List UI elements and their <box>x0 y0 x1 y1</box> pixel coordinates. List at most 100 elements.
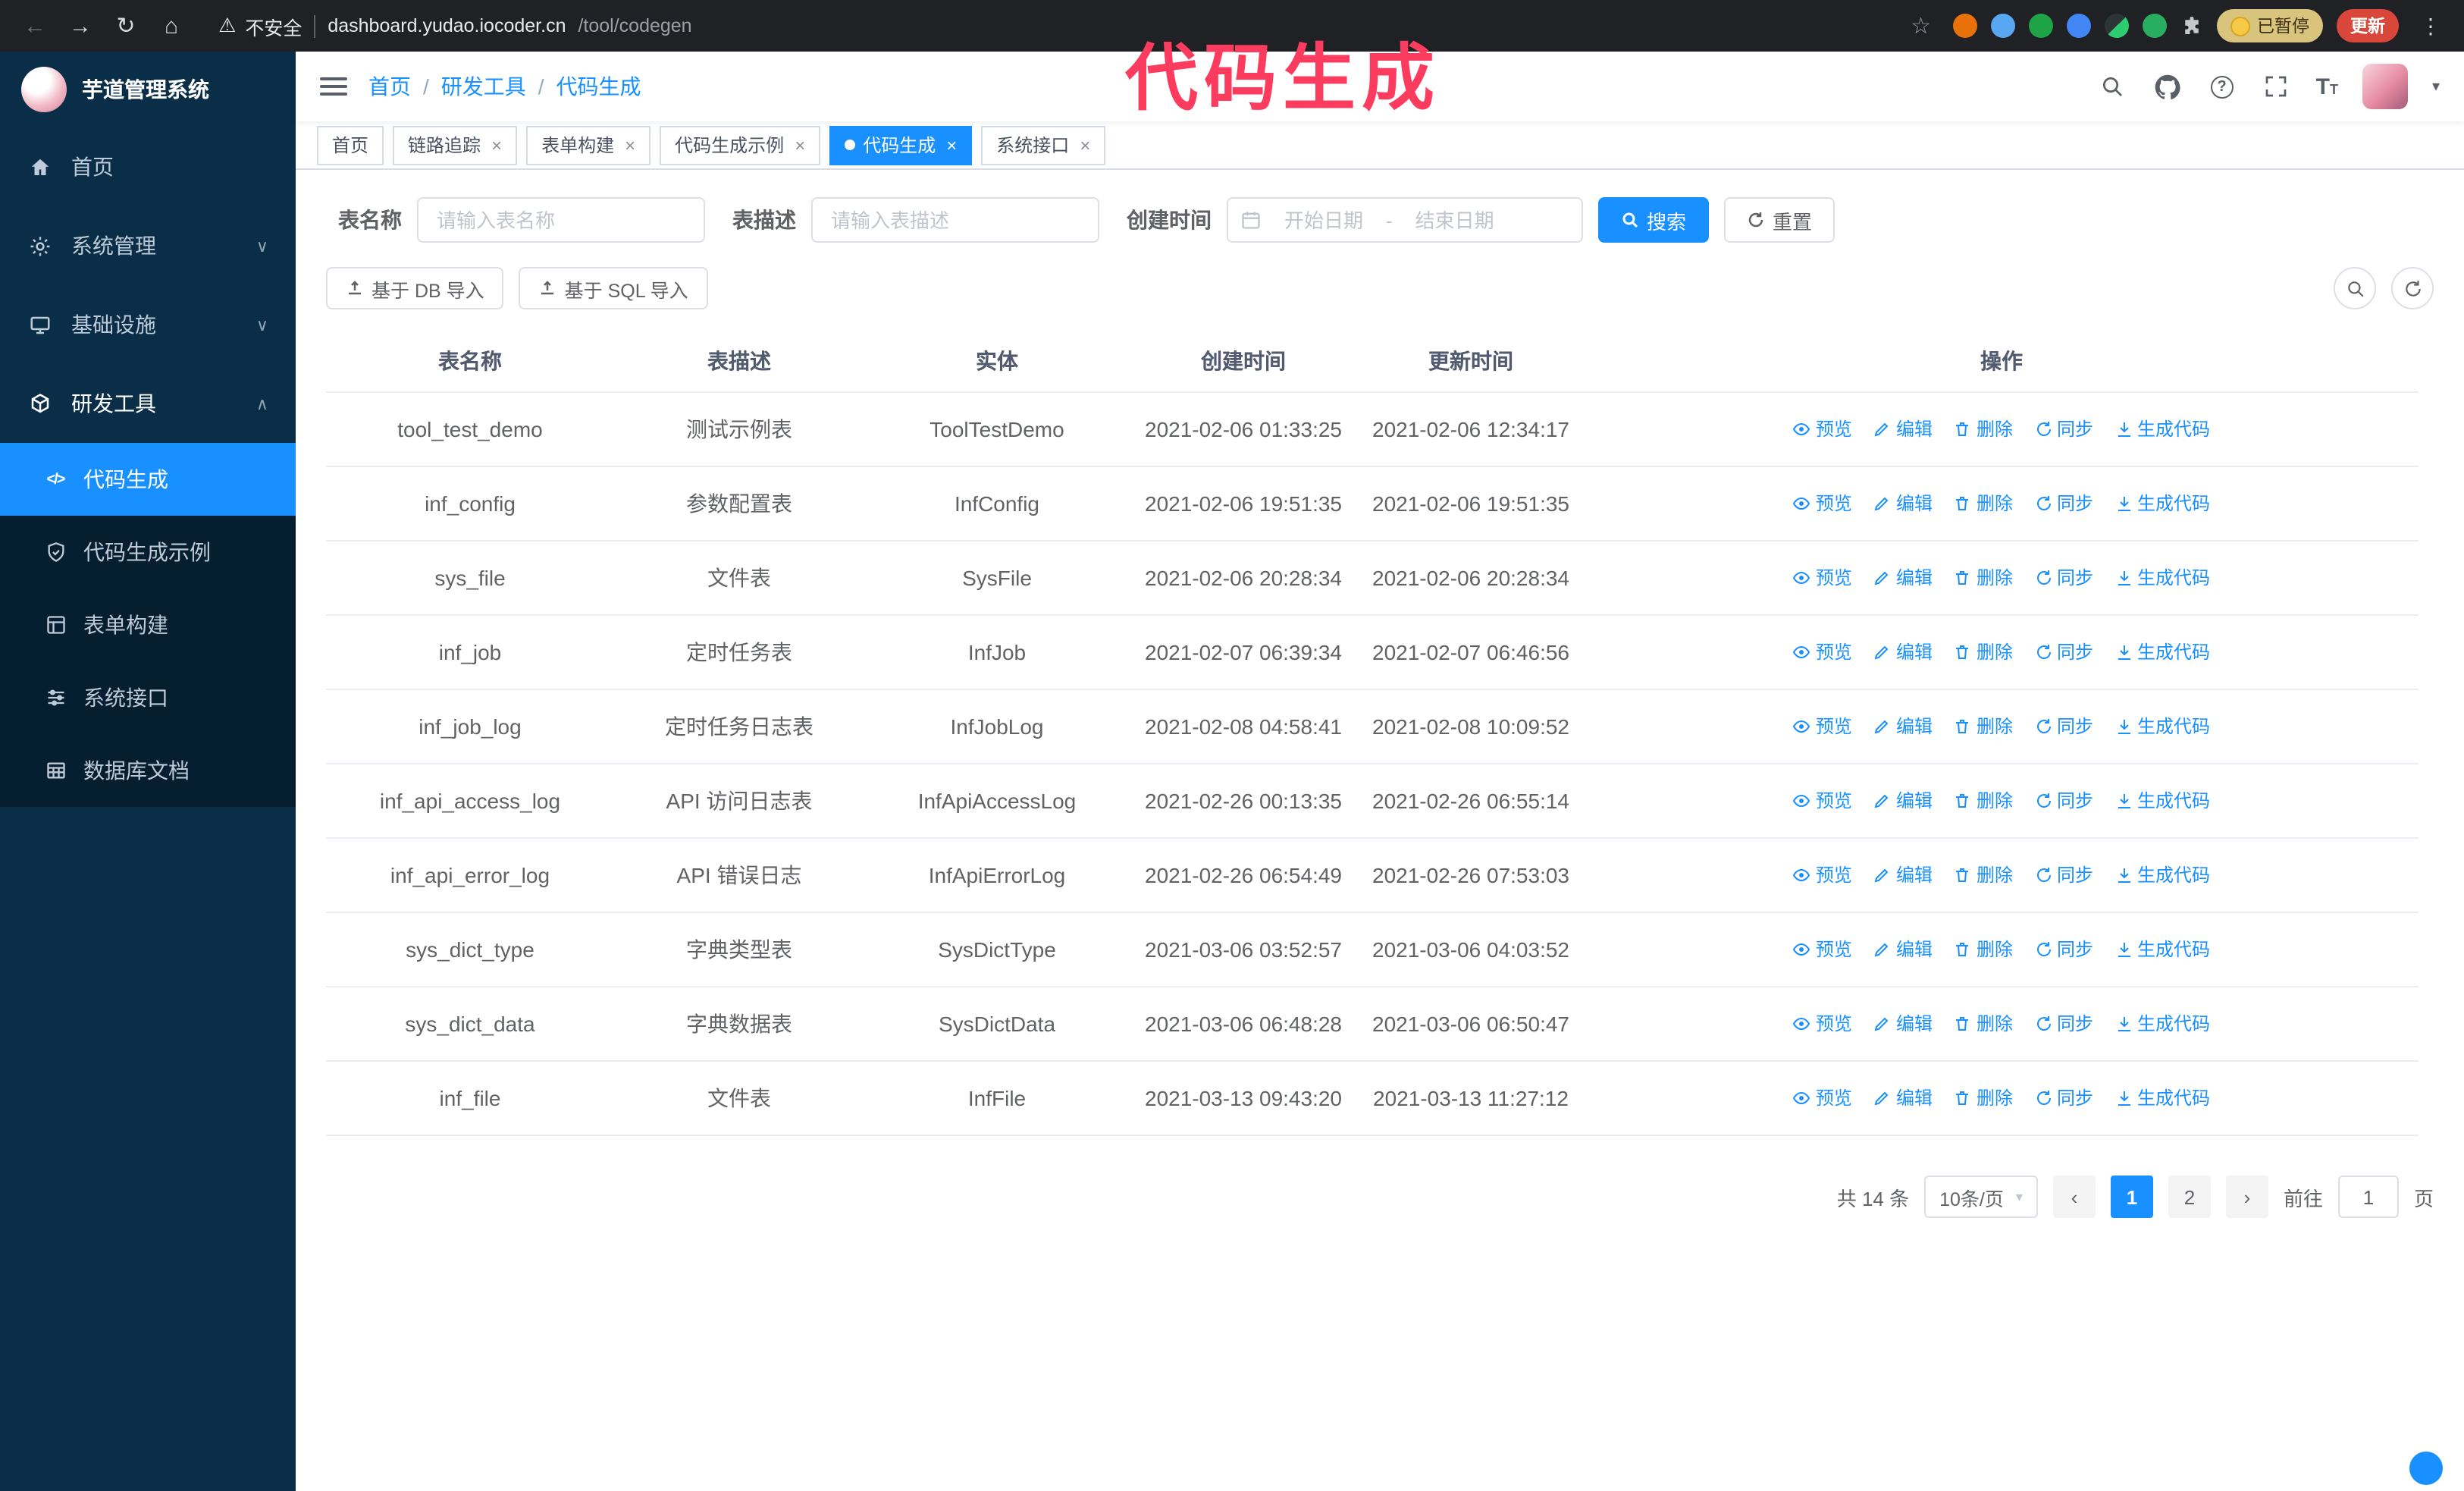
action-edit[interactable]: 编辑 <box>1873 639 1933 665</box>
extension-icon-leaf[interactable] <box>2142 14 2166 38</box>
tab-trace[interactable]: 链路追踪 × <box>393 125 518 165</box>
action-sync[interactable]: 同步 <box>2034 1085 2093 1111</box>
github-icon[interactable] <box>2152 71 2183 102</box>
tab-home[interactable]: 首页 <box>317 125 384 165</box>
sidebar-subitem-codegen[interactable]: </> 代码生成 <box>0 443 296 516</box>
action-edit[interactable]: 编辑 <box>1873 491 1933 516</box>
page-button-1[interactable]: 1 <box>2110 1176 2153 1218</box>
extension-icon-orange[interactable] <box>1952 14 1977 38</box>
search-button[interactable]: 搜索 <box>1598 197 1710 243</box>
action-edit[interactable]: 编辑 <box>1873 416 1933 442</box>
extension-icon-green[interactable] <box>2028 14 2052 38</box>
sidebar-subitem-system-api[interactable]: 系统接口 <box>0 661 296 734</box>
action-edit[interactable]: 编辑 <box>1873 1085 1933 1111</box>
reset-button[interactable]: 重置 <box>1724 197 1835 243</box>
tab-form-builder[interactable]: 表单构建 × <box>526 125 651 165</box>
close-icon[interactable]: × <box>795 134 805 155</box>
hamburger-menu-icon[interactable] <box>320 77 347 96</box>
tab-system-api[interactable]: 系统接口 × <box>981 125 1106 165</box>
goto-page-input[interactable] <box>2337 1176 2399 1218</box>
address-bar[interactable]: ⚠ 不安全 dashboard.yudao.iocoder.cn/tool/co… <box>197 11 1946 40</box>
date-end-input[interactable] <box>1395 209 1514 231</box>
avatar-caret-down-icon[interactable]: ▾ <box>2432 78 2440 95</box>
action-sync[interactable]: 同步 <box>2034 937 2093 962</box>
action-sync[interactable]: 同步 <box>2034 416 2093 442</box>
security-badge[interactable]: ⚠ 不安全 <box>218 11 302 40</box>
fullscreen-icon[interactable] <box>2262 71 2292 102</box>
date-start-input[interactable] <box>1265 209 1383 231</box>
action-sync[interactable]: 同步 <box>2034 788 2093 814</box>
import-db-button[interactable]: 基于 DB 导入 <box>326 267 504 309</box>
action-preview[interactable]: 预览 <box>1793 639 1852 665</box>
sidebar-subitem-codegen-example[interactable]: 代码生成示例 <box>0 516 296 589</box>
action-delete[interactable]: 删除 <box>1954 862 2013 888</box>
close-icon[interactable]: × <box>625 134 635 155</box>
action-preview[interactable]: 预览 <box>1793 491 1852 516</box>
logo[interactable]: 芋道管理系统 <box>0 52 296 127</box>
action-sync[interactable]: 同步 <box>2034 639 2093 665</box>
browser-menu-kebab-icon[interactable]: ⋮ <box>2412 13 2449 39</box>
tab-codegen-example[interactable]: 代码生成示例 × <box>660 125 821 165</box>
import-sql-button[interactable]: 基于 SQL 导入 <box>519 267 708 309</box>
action-generate-code[interactable]: 生成代码 <box>2114 862 2210 888</box>
action-delete[interactable]: 删除 <box>1954 416 2013 442</box>
action-edit[interactable]: 编辑 <box>1873 714 1933 739</box>
action-delete[interactable]: 删除 <box>1954 491 2013 516</box>
action-preview[interactable]: 预览 <box>1793 416 1852 442</box>
action-generate-code[interactable]: 生成代码 <box>2114 639 2210 665</box>
action-generate-code[interactable]: 生成代码 <box>2114 937 2210 962</box>
action-delete[interactable]: 删除 <box>1954 639 2013 665</box>
help-icon[interactable]: ? <box>2207 71 2237 102</box>
extension-icon-blue[interactable] <box>1990 14 2014 38</box>
page-button-2[interactable]: 2 <box>2168 1176 2211 1218</box>
action-delete[interactable]: 删除 <box>1954 788 2013 814</box>
home-button[interactable]: ⌂ <box>152 6 191 46</box>
tab-codegen[interactable]: 代码生成 × <box>829 125 973 165</box>
sidebar-subitem-database-docs[interactable]: 数据库文档 <box>0 734 296 807</box>
action-delete[interactable]: 删除 <box>1954 714 2013 739</box>
action-sync[interactable]: 同步 <box>2034 565 2093 591</box>
action-preview[interactable]: 预览 <box>1793 714 1852 739</box>
close-icon[interactable]: × <box>491 134 502 155</box>
floating-settings-button[interactable] <box>2409 1452 2443 1485</box>
breadcrumb-dev-tools[interactable]: 研发工具 <box>441 71 526 102</box>
action-generate-code[interactable]: 生成代码 <box>2114 1085 2210 1111</box>
action-preview[interactable]: 预览 <box>1793 937 1852 962</box>
action-edit[interactable]: 编辑 <box>1873 565 1933 591</box>
close-icon[interactable]: × <box>946 134 957 155</box>
extension-icon-people[interactable] <box>2066 14 2090 38</box>
action-delete[interactable]: 删除 <box>1954 937 2013 962</box>
sidebar-item-infrastructure[interactable]: 基础设施 ∨ <box>0 285 296 364</box>
refresh-table-button[interactable] <box>2391 267 2434 309</box>
action-edit[interactable]: 编辑 <box>1873 788 1933 814</box>
action-edit[interactable]: 编辑 <box>1873 862 1933 888</box>
extensions-puzzle-icon[interactable] <box>2180 14 2202 37</box>
table-desc-input[interactable] <box>811 197 1099 243</box>
search-icon[interactable] <box>2098 71 2128 102</box>
action-delete[interactable]: 删除 <box>1954 1085 2013 1111</box>
extension-icon-dark-green[interactable] <box>2104 14 2128 38</box>
action-edit[interactable]: 编辑 <box>1873 937 1933 962</box>
action-generate-code[interactable]: 生成代码 <box>2114 714 2210 739</box>
back-button[interactable]: ← <box>15 6 55 46</box>
action-preview[interactable]: 预览 <box>1793 1085 1852 1111</box>
close-icon[interactable]: × <box>1080 134 1090 155</box>
sidebar-item-system-management[interactable]: 系统管理 ∨ <box>0 206 296 285</box>
action-generate-code[interactable]: 生成代码 <box>2114 416 2210 442</box>
action-generate-code[interactable]: 生成代码 <box>2114 788 2210 814</box>
action-generate-code[interactable]: 生成代码 <box>2114 1011 2210 1037</box>
action-preview[interactable]: 预览 <box>1793 788 1852 814</box>
next-page-button[interactable]: › <box>2225 1176 2268 1218</box>
breadcrumb-home[interactable]: 首页 <box>368 71 411 102</box>
action-generate-code[interactable]: 生成代码 <box>2114 565 2210 591</box>
action-sync[interactable]: 同步 <box>2034 491 2093 516</box>
font-size-icon[interactable]: TT <box>2316 74 2338 99</box>
reload-button[interactable]: ↻ <box>106 6 146 46</box>
table-name-input[interactable] <box>417 197 705 243</box>
action-edit[interactable]: 编辑 <box>1873 1011 1933 1037</box>
sidebar-item-home[interactable]: 首页 <box>0 127 296 206</box>
prev-page-button[interactable]: ‹ <box>2052 1176 2096 1218</box>
action-delete[interactable]: 删除 <box>1954 565 2013 591</box>
action-generate-code[interactable]: 生成代码 <box>2114 491 2210 516</box>
forward-button[interactable]: → <box>61 6 100 46</box>
